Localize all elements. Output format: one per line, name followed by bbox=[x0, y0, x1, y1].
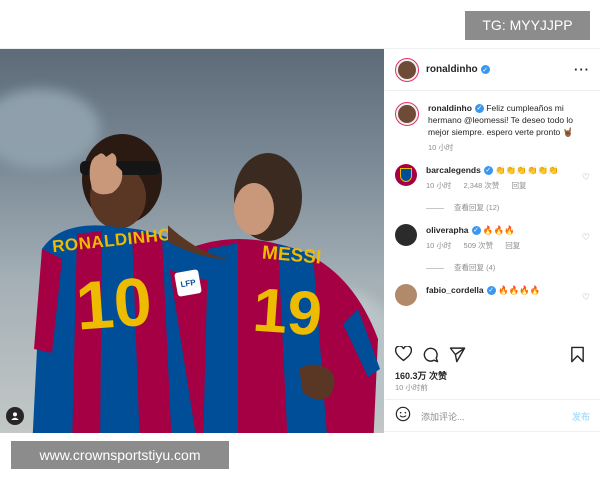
comment-text: 🔥🔥🔥🔥 bbox=[498, 285, 541, 295]
comment-likes[interactable]: 2,348 次赞 bbox=[464, 181, 500, 190]
verified-icon: ✓ bbox=[486, 286, 496, 296]
reply-button[interactable]: 回复 bbox=[511, 181, 526, 190]
view-replies-label[interactable]: 查看回复 (12) bbox=[454, 202, 499, 214]
avatar[interactable] bbox=[395, 284, 417, 306]
player-messi bbox=[168, 153, 380, 433]
view-replies-label[interactable]: 查看回复 (4) bbox=[454, 262, 495, 274]
user-icon[interactable] bbox=[6, 407, 24, 425]
list-item: fabio_cordella ✓ 🔥🔥🔥🔥 ♡ bbox=[385, 274, 600, 306]
comment-username[interactable]: barcalegends bbox=[426, 165, 481, 175]
comment-input[interactable]: 添加评论... bbox=[421, 410, 465, 423]
instagram-post-window: RONALDINHO 10 MESSI 19 LFP ronaldinho ✓ … bbox=[0, 48, 600, 433]
list-item: barcalegends ✓ 👏👏👏👏👏👏 10 小时 2,348 次赞 回复 查… bbox=[385, 154, 600, 214]
jersey-number-right: 19 bbox=[250, 275, 325, 350]
verified-icon: ✓ bbox=[474, 104, 484, 114]
heart-icon[interactable]: ♡ bbox=[582, 164, 590, 214]
comment-time: 10 小时 bbox=[426, 181, 452, 190]
caption-avatar[interactable] bbox=[395, 102, 419, 126]
caption-username[interactable]: ronaldinho bbox=[428, 103, 472, 113]
post-photo[interactable]: RONALDINHO 10 MESSI 19 LFP bbox=[0, 49, 384, 433]
post-side-panel: ronaldinho ✓ ··· ronaldinho ✓ Feliz cumpl… bbox=[385, 49, 600, 433]
verified-icon: ✓ bbox=[483, 166, 493, 176]
comment-username[interactable]: fabio_cordella bbox=[426, 285, 484, 295]
caption: ronaldinho ✓ Feliz cumpleaños mi hermano … bbox=[385, 92, 600, 154]
comment-meta: 10 小时 509 次赞 回复 bbox=[426, 240, 576, 252]
heart-icon[interactable]: ♡ bbox=[582, 224, 590, 274]
comment-text: 👏👏👏👏👏👏 bbox=[495, 165, 559, 175]
hand bbox=[299, 364, 335, 400]
verified-icon: ✓ bbox=[471, 226, 481, 236]
comment-meta: 10 小时 2,348 次赞 回复 bbox=[426, 180, 576, 192]
view-replies[interactable]: 查看回复 (4) bbox=[426, 262, 576, 274]
comment-body: fabio_cordella ✓ 🔥🔥🔥🔥 bbox=[426, 284, 576, 306]
post-button[interactable]: 发布 bbox=[572, 410, 590, 423]
bookmark-icon[interactable] bbox=[570, 346, 585, 363]
heart-icon[interactable] bbox=[395, 346, 412, 362]
watermark-bottom: www.crownsportstiyu.com bbox=[11, 441, 229, 469]
comment-time: 10 小时 bbox=[426, 241, 452, 250]
comment-username[interactable]: oliverapha bbox=[426, 225, 469, 235]
post-username[interactable]: ronaldinho bbox=[426, 64, 478, 75]
post-time: 10 小时前 bbox=[395, 383, 428, 392]
user-tag-glyph bbox=[11, 412, 19, 420]
avatar[interactable] bbox=[395, 224, 417, 246]
emoji-icon[interactable] bbox=[395, 406, 411, 427]
caption-body: ronaldinho ✓ Feliz cumpleaños mi hermano … bbox=[428, 102, 578, 154]
avatar[interactable] bbox=[395, 164, 417, 186]
divider bbox=[426, 207, 444, 209]
comment-icon[interactable] bbox=[422, 346, 439, 363]
divider bbox=[426, 267, 444, 269]
lfp-badge: LFP bbox=[174, 269, 202, 297]
list-item: oliverapha ✓ 🔥🔥🔥 10 小时 509 次赞 回复 查看回复 (4)… bbox=[385, 214, 600, 274]
verified-icon: ✓ bbox=[480, 65, 490, 74]
reply-button[interactable]: 回复 bbox=[505, 241, 520, 250]
view-replies[interactable]: 查看回复 (12) bbox=[426, 202, 576, 214]
comment-body: barcalegends ✓ 👏👏👏👏👏👏 10 小时 2,348 次赞 回复 查… bbox=[426, 164, 576, 214]
action-bar bbox=[395, 344, 595, 364]
comment-likes[interactable]: 509 次赞 bbox=[464, 241, 494, 250]
raised-hand bbox=[89, 153, 123, 195]
avatar[interactable] bbox=[395, 57, 419, 82]
comment-body: oliverapha ✓ 🔥🔥🔥 10 小时 509 次赞 回复 查看回复 (4) bbox=[426, 224, 576, 274]
post-header: ronaldinho ✓ ··· bbox=[385, 49, 600, 91]
comment-text: 🔥🔥🔥 bbox=[482, 225, 515, 235]
jersey-number-left: 10 bbox=[73, 263, 155, 345]
caption-time: 10 小时 bbox=[428, 143, 454, 152]
like-count[interactable]: 160.3万 次赞 bbox=[395, 369, 447, 382]
more-options-icon[interactable]: ··· bbox=[574, 62, 590, 77]
share-icon[interactable] bbox=[449, 346, 466, 363]
watermark-top: TG: MYYJJPP bbox=[465, 11, 590, 40]
heart-icon[interactable]: ♡ bbox=[582, 284, 590, 306]
comments-list: ronaldinho ✓ Feliz cumpleaños mi hermano … bbox=[385, 92, 600, 332]
comment-composer: 添加评论... 发布 bbox=[385, 399, 600, 433]
